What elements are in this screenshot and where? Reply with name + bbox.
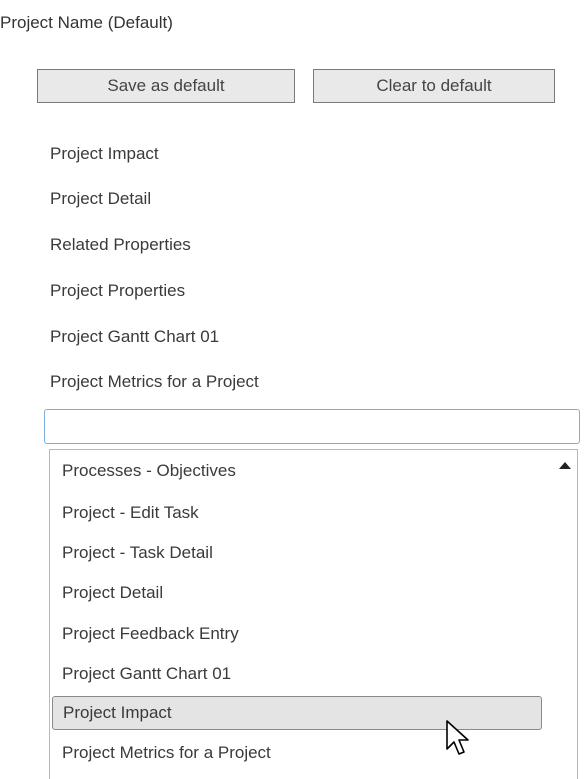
dropdown-option[interactable]: Project - Edit Task: [52, 496, 542, 530]
dropdown-option[interactable]: Project Detail: [52, 576, 542, 610]
list-item[interactable]: Project Metrics for a Project: [50, 372, 259, 392]
dropdown-option[interactable]: Project Feedback Entry: [52, 617, 542, 651]
clear-to-default-button[interactable]: Clear to default: [313, 69, 555, 103]
dropdown-option[interactable]: Processes - Objectives: [52, 454, 542, 488]
dropdown-list[interactable]: Processes - Objectives Project - Edit Ta…: [49, 449, 578, 779]
list-item[interactable]: Project Properties: [50, 281, 185, 301]
list-item[interactable]: Project Detail: [50, 189, 151, 209]
list-item[interactable]: Project Gantt Chart 01: [50, 327, 219, 347]
search-input[interactable]: [44, 409, 580, 444]
dropdown-option[interactable]: Project Gantt Chart 01: [52, 657, 542, 691]
page-title: Project Name (Default): [0, 13, 173, 32]
scroll-up-arrow-icon[interactable]: [559, 462, 571, 469]
mouse-pointer-icon: [446, 720, 469, 755]
list-item[interactable]: Related Properties: [50, 235, 191, 255]
list-item[interactable]: Project Impact: [50, 144, 159, 164]
save-as-default-button[interactable]: Save as default: [37, 69, 295, 103]
dropdown-option[interactable]: Project - Task Detail: [52, 536, 542, 570]
